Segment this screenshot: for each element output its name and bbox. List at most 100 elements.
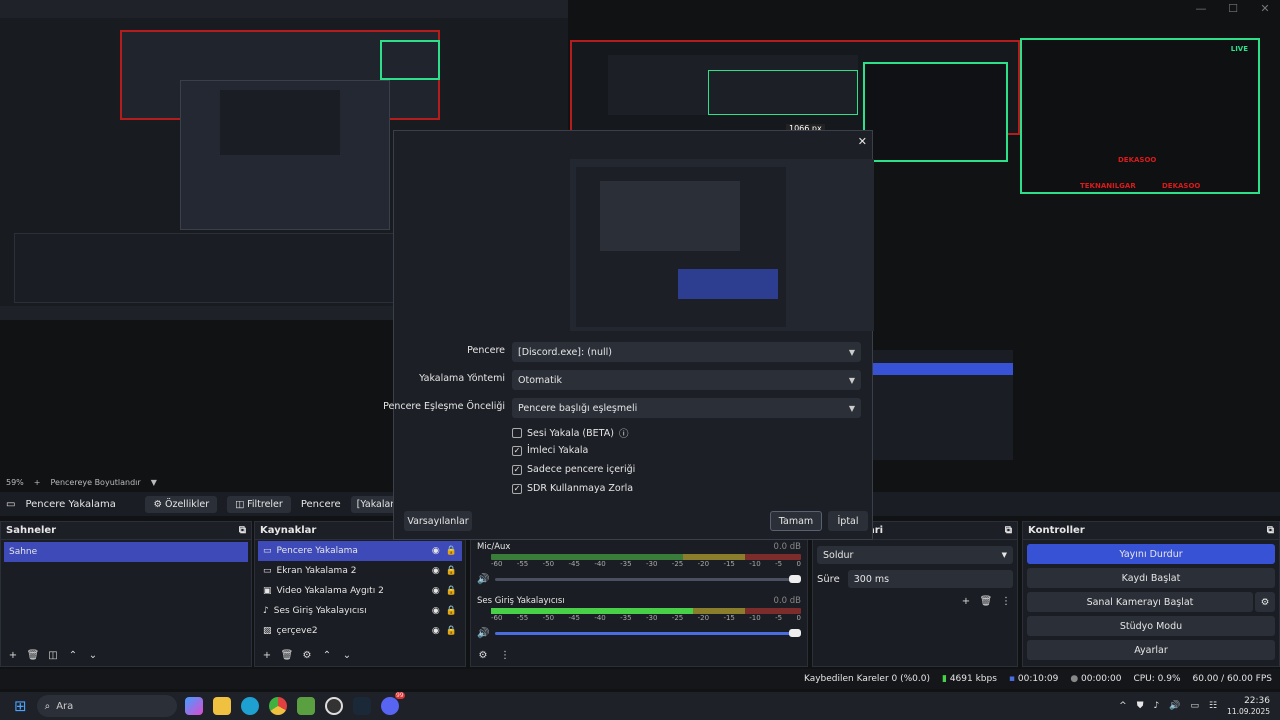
gear-icon[interactable]: ⚙ [300,648,314,662]
force-sdr-checkbox[interactable]: ✓ SDR Kullanmaya Zorla [512,483,633,494]
file-explorer-icon[interactable] [212,697,231,715]
speaker-icon[interactable]: 🔊 [477,574,489,585]
source-list: ▭ Pencere Yakalama ◉ 🔒 ▭ Ekran Yakalama 2 ◉ 🔒 … [255,540,465,642]
help-icon[interactable]: ⓘ [619,426,629,440]
obs-icon[interactable] [324,697,343,715]
dock-float-icon[interactable]: ⧉ [1005,525,1012,536]
filter-icon[interactable]: ◫ [46,648,60,662]
checkbox-box[interactable]: ✓ [512,483,522,494]
edge-icon[interactable] [240,697,259,715]
mixer-toolbar: ⚙ ⋮ [476,648,512,662]
window-select[interactable]: [Discord.exe]: (null) ▼ [512,342,861,362]
signal-icon: ▮ [941,674,947,684]
meter-level [491,608,693,614]
source-item[interactable]: ♪ Ses Giriş Yakalayıcısı ◉ 🔒 [258,601,462,621]
window-controls[interactable]: — ☐ ✕ [1194,2,1272,15]
lock-icon[interactable]: 🔒 [446,586,457,596]
checkbox-box[interactable] [512,428,522,438]
dock-float-icon[interactable]: ⧉ [239,525,246,536]
lock-icon[interactable]: 🔒 [446,546,457,556]
speaker-icon[interactable]: 🔊 [477,628,489,639]
notification-badge: 99 [394,692,405,699]
add-icon[interactable]: + [959,594,973,608]
arrow-down-icon[interactable]: ⌄ [340,648,354,662]
minimize-icon[interactable]: — [1194,2,1208,15]
lock-icon[interactable]: 🔒 [446,626,457,636]
volume-slider[interactable] [495,575,801,583]
scene-item[interactable]: Sahne [4,542,248,562]
gear-icon[interactable]: ⚙ [1255,592,1275,612]
source-item[interactable]: ▭ Pencere Yakalama ◉ 🔒 [258,541,462,561]
checkbox-box[interactable]: ✓ [512,464,522,475]
add-icon[interactable]: + [260,648,274,662]
channel-name: Ses Giriş Yakalayıcısı [477,596,565,606]
eye-icon[interactable]: ◉ [432,626,440,636]
arrow-down-icon[interactable]: ⌄ [86,648,100,662]
eye-icon[interactable]: ◉ [432,606,440,616]
arrow-up-icon[interactable]: ⌃ [320,648,334,662]
mixer-channel: Mic/Aux 0.0 dB -60 -55 -50 -45 -40 -35 -30 -25 -2… [477,542,801,585]
eye-icon[interactable]: ◉ [432,586,440,596]
close-icon[interactable]: ✕ [1258,2,1272,15]
transition-select[interactable]: Soldur ▼ [817,546,1013,564]
menu-dots-icon[interactable]: ⋮ [498,648,512,662]
capture-cursor-checkbox[interactable]: ✓ İmleci Yakala [512,445,588,456]
source-item[interactable]: ▨ çerçeve2 ◉ 🔒 [258,621,462,641]
trash-icon[interactable]: 🗑 [26,648,40,662]
zoom-value[interactable]: 59% [6,478,24,487]
settings-button[interactable]: Ayarlar [1027,640,1275,660]
capture-audio-checkbox[interactable]: Sesi Yakala (BETA) ⓘ [512,426,628,440]
advanced-audio-icon[interactable]: ⚙ [476,648,490,662]
source-item[interactable]: ▭ Ekran Yakalama 2 ◉ 🔒 [258,561,462,581]
network-icon[interactable]: ☷ [1209,701,1217,711]
chevron-down-icon[interactable]: ▼ [151,478,157,487]
maximize-icon[interactable]: ☐ [1226,2,1240,15]
steam-icon[interactable] [352,697,371,715]
volume-slider[interactable] [495,629,801,637]
clock[interactable]: 22:36 11.09.2025 [1227,696,1270,716]
start-virtual-camera-button[interactable]: Sanal Kamerayı Başlat [1027,592,1253,612]
trash-icon[interactable]: 🗑 [280,648,294,662]
capture-method-select[interactable]: Otomatik ▼ [512,370,861,390]
window-match-priority-select[interactable]: Pencere başlığı eşleşmeli ▼ [512,398,861,418]
stop-stream-button[interactable]: Yayını Durdur [1027,544,1275,564]
client-area-checkbox[interactable]: ✓ Sadece pencere içeriği [512,464,635,475]
studio-mode-button[interactable]: Stüdyo Modu [1027,616,1275,636]
taskbar-search[interactable]: ⌕ Ara [36,695,177,717]
lock-icon[interactable]: 🔒 [446,566,457,576]
close-icon[interactable]: ✕ [858,135,867,148]
copilot-icon[interactable] [184,697,203,715]
checkbox-box[interactable]: ✓ [512,445,522,456]
dock-float-icon[interactable]: ⧉ [1267,525,1274,536]
properties-button[interactable]: ⚙ Özellikler [145,495,218,513]
ok-button[interactable]: Tamam [770,511,822,531]
mic-icon[interactable]: ♪ [1153,701,1159,711]
duration-input[interactable]: 300 ms [847,570,1013,588]
menu-dots-icon[interactable]: ⋮ [999,594,1013,608]
eye-icon[interactable]: ◉ [432,566,440,576]
source-item[interactable]: ▣ Video Yakalama Aygıtı 2 ◉ 🔒 [258,581,462,601]
tray-overflow-icon[interactable]: ^ [1119,701,1127,711]
shield-icon[interactable]: ⛊ [1137,701,1144,711]
cpu-usage: CPU: 0.9% [1133,674,1181,684]
defaults-button[interactable]: Varsayılanlar [404,511,472,531]
volume-icon[interactable]: 🔊 [1169,701,1180,711]
cancel-button[interactable]: İptal [828,511,868,531]
start-recording-button[interactable]: Kaydı Başlat [1027,568,1275,588]
windows-start-icon[interactable]: ⊞ [14,697,27,715]
resize-to-window[interactable]: Pencereye Boyutlandır [50,478,140,487]
monitor-icon[interactable]: ▭ [1190,701,1199,711]
add-icon[interactable]: + [34,478,41,487]
trash-icon[interactable]: 🗑 [979,594,993,608]
arrow-up-icon[interactable]: ⌃ [66,648,80,662]
discord-icon[interactable]: 99 [380,692,405,715]
scenes-title: Sahneler [6,525,57,536]
overlay-name: DEKASOO [1118,156,1157,164]
filters-button[interactable]: ◫ Filtreler [227,495,291,513]
app-icon[interactable] [296,697,315,715]
add-icon[interactable]: + [6,648,20,662]
lock-icon[interactable]: 🔒 [446,606,457,616]
chrome-icon[interactable] [268,697,287,715]
eye-icon[interactable]: ◉ [432,546,440,556]
chevron-down-icon: ▼ [1001,551,1007,559]
